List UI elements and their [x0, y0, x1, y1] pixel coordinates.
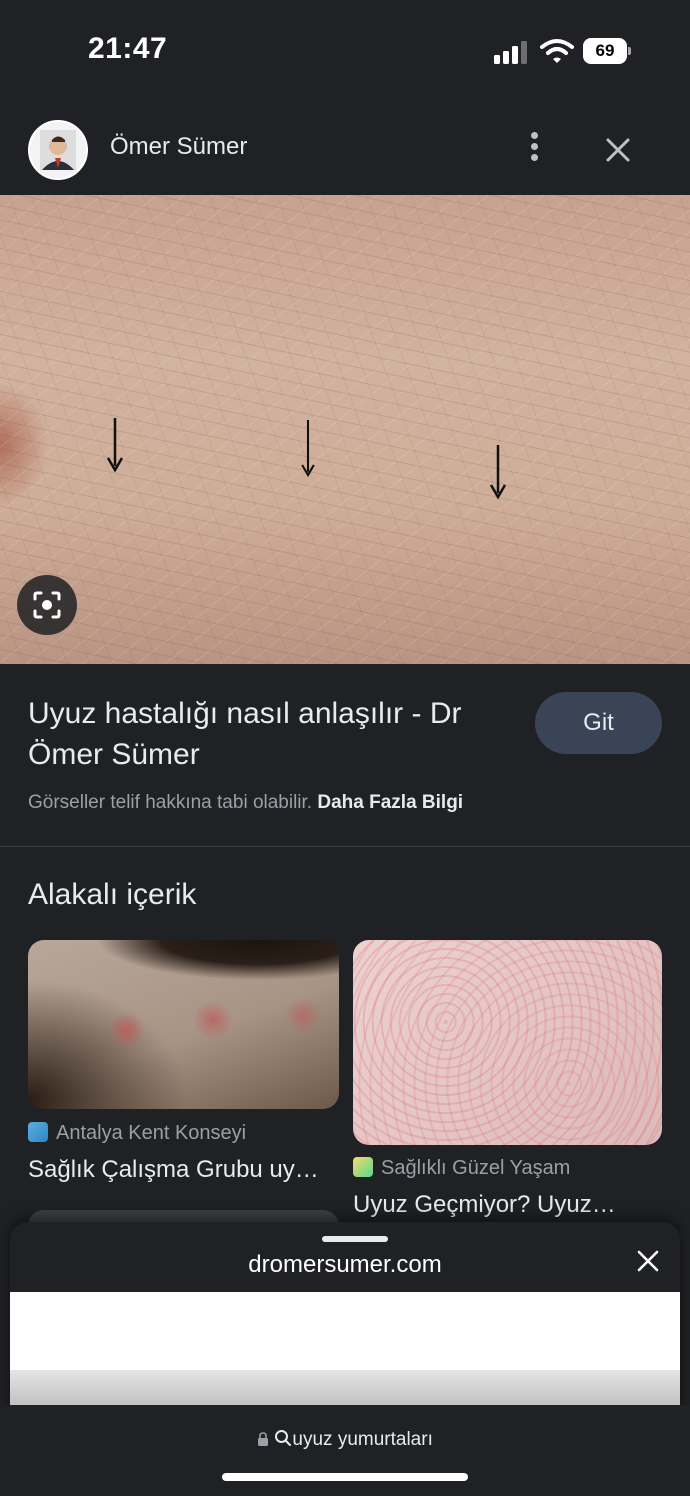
- related-title[interactable]: Uyuz Geçmiyor? Uyuz…: [353, 1191, 616, 1219]
- avatar: [28, 120, 88, 180]
- copyright-notice: Görseller telif hakkına tabi olabilir. D…: [28, 792, 463, 814]
- web-preview-fade: [10, 1370, 680, 1410]
- close-icon[interactable]: [600, 132, 636, 168]
- sheet-domain: dromersumer.com: [248, 1251, 442, 1278]
- website-preview-sheet: dromersumer.com: [10, 1222, 680, 1422]
- close-icon[interactable]: [635, 1248, 661, 1274]
- favicon: [353, 1157, 373, 1177]
- address-bar[interactable]: uyuz yumurtaları: [0, 1405, 690, 1496]
- more-vert-icon[interactable]: [518, 128, 550, 168]
- home-indicator[interactable]: [222, 1473, 468, 1481]
- wifi-icon: [540, 38, 574, 64]
- author-name[interactable]: Ömer Sümer: [110, 133, 247, 161]
- copyright-text: Görseller telif hakkına tabi olabilir.: [28, 792, 313, 813]
- signal-icon: [494, 40, 530, 64]
- related-source: Sağlıklı Güzel Yaşam: [353, 1157, 570, 1180]
- main-image[interactable]: [0, 195, 690, 664]
- search-icon: [275, 1430, 292, 1446]
- arrow-marker: [489, 445, 507, 500]
- status-bar: 21:47 69: [0, 0, 690, 100]
- battery-level: 69: [583, 38, 627, 64]
- search-query: uyuz yumurtaları: [292, 1429, 433, 1450]
- address-text[interactable]: uyuz yumurtaları: [0, 1429, 690, 1451]
- divider: [0, 846, 690, 847]
- related-title[interactable]: Sağlık Çalışma Grubu uy…: [28, 1156, 319, 1184]
- page-title[interactable]: Uyuz hastalığı nasıl anlaşılır - Dr Ömer…: [28, 693, 518, 775]
- related-heading: Alakalı içerik: [28, 878, 197, 911]
- arrow-marker: [106, 418, 124, 473]
- related-source: Antalya Kent Konseyi: [28, 1122, 246, 1145]
- visit-button[interactable]: Git: [535, 692, 662, 754]
- lock-icon: [258, 1432, 269, 1446]
- web-preview[interactable]: [10, 1292, 680, 1370]
- related-image[interactable]: [353, 940, 662, 1145]
- lens-icon[interactable]: [17, 575, 77, 635]
- more-info-link[interactable]: Daha Fazla Bilgi: [317, 792, 463, 813]
- related-image[interactable]: [28, 940, 339, 1109]
- status-time: 21:47: [88, 32, 168, 65]
- battery-icon: 69: [583, 38, 631, 64]
- drag-handle[interactable]: [322, 1236, 388, 1242]
- favicon: [28, 1122, 48, 1142]
- arrow-marker: [301, 420, 315, 478]
- viewer-header: Ömer Sümer: [0, 100, 690, 195]
